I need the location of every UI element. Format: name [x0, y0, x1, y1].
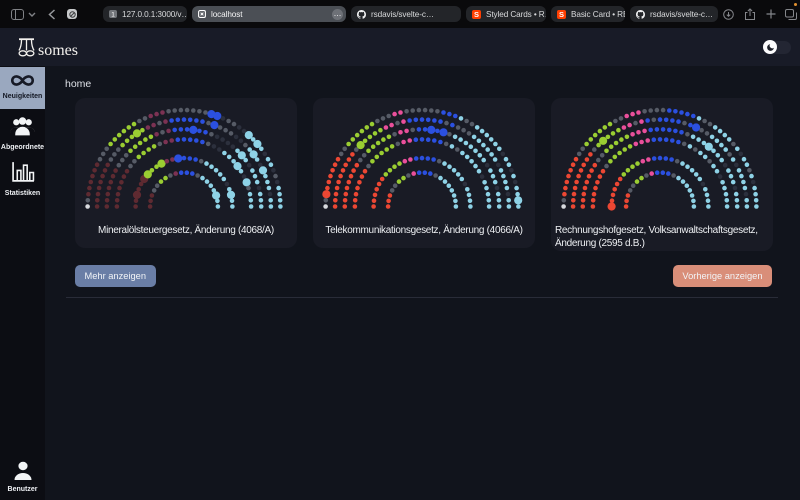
svg-text:S: S	[474, 10, 479, 19]
svg-text:1: 1	[111, 12, 115, 19]
svg-text:S: S	[559, 10, 564, 19]
